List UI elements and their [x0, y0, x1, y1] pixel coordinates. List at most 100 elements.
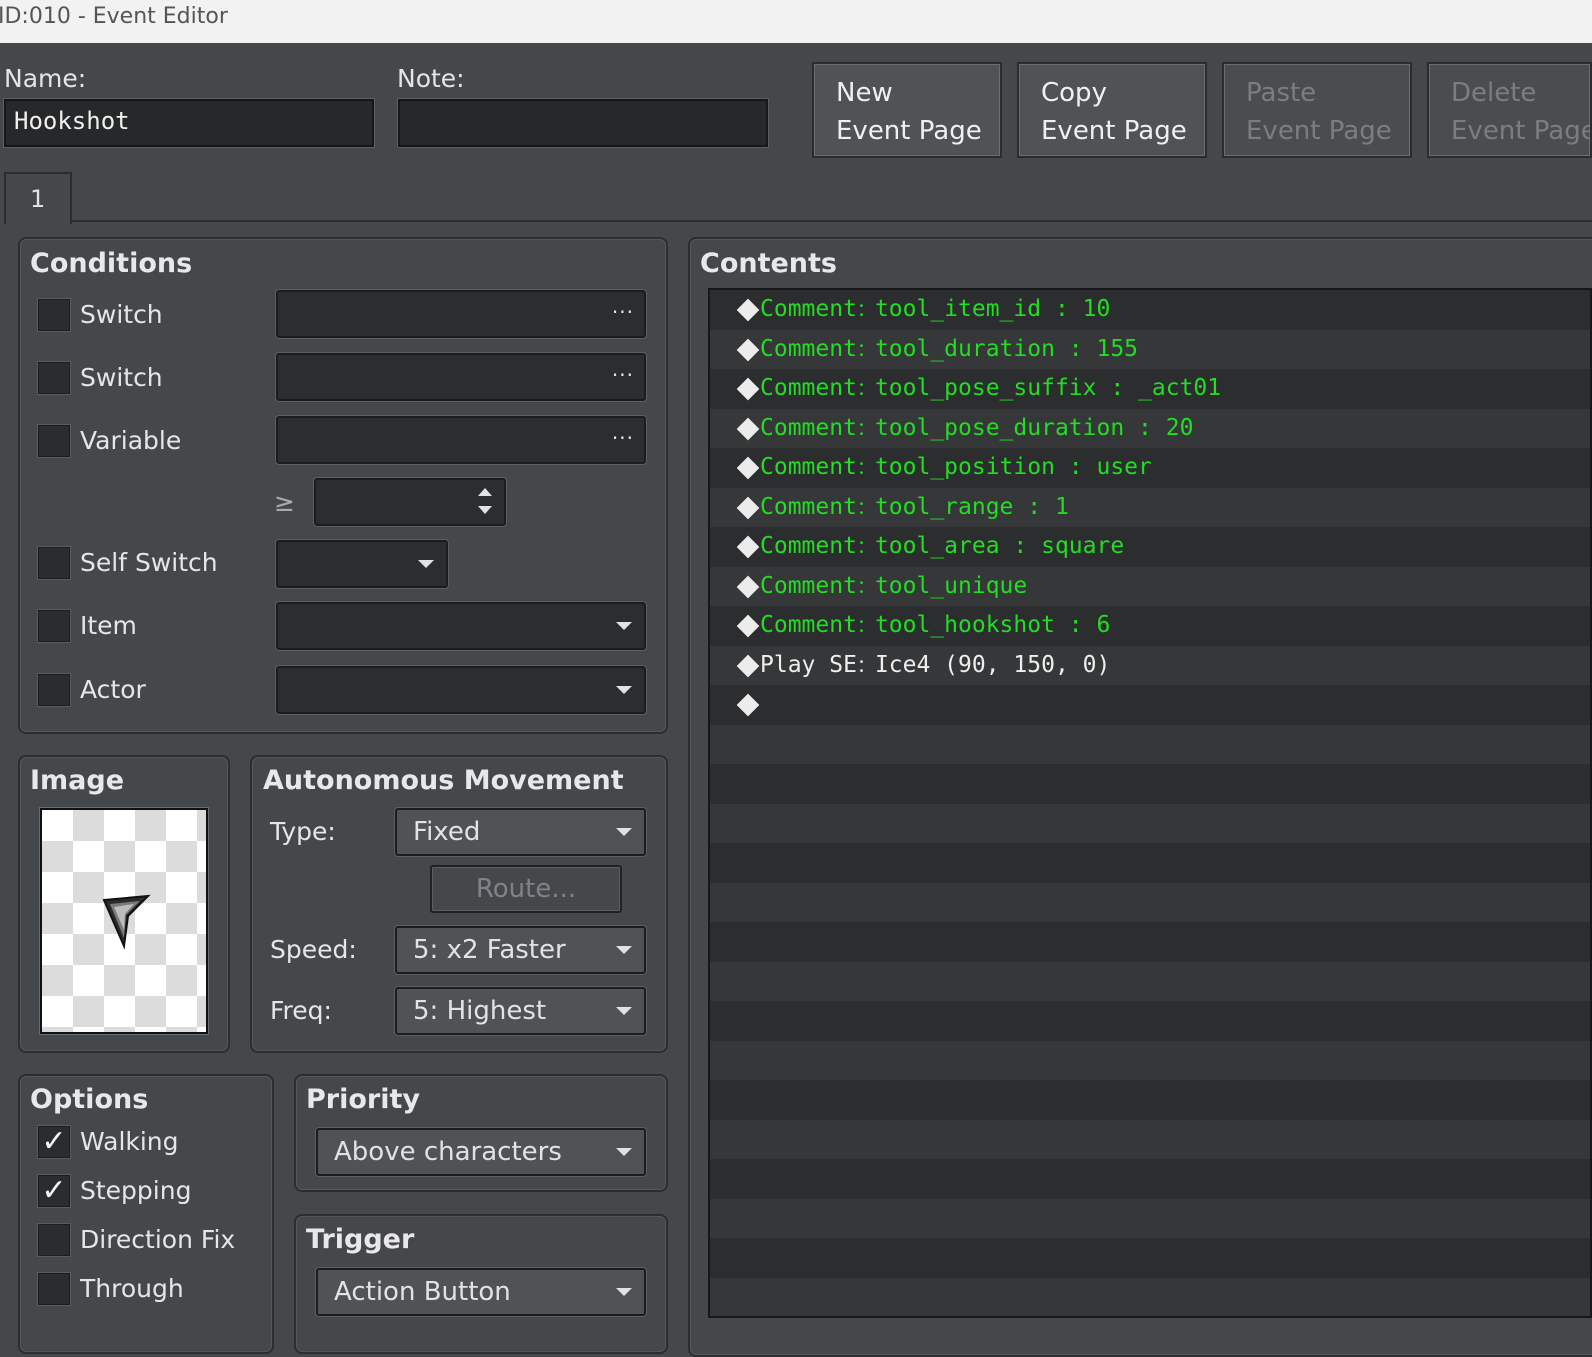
command-row-empty[interactable]: [710, 843, 1590, 883]
command-line: Comment：tool_pose_duration : 20: [760, 409, 1193, 450]
walking-checkbox[interactable]: ✓: [38, 1126, 70, 1158]
item-label: Item: [80, 611, 137, 640]
command-row[interactable]: Play SE：Ice4 (90, 150, 0): [710, 645, 1590, 685]
through-label: Through: [80, 1274, 184, 1303]
trigger-dropdown[interactable]: Action Button: [316, 1268, 646, 1316]
item-dropdown[interactable]: [276, 602, 646, 650]
movement-freq-dropdown[interactable]: 5: Highest: [395, 987, 646, 1035]
chevron-down-icon: [616, 686, 632, 694]
command-row[interactable]: Comment：tool_area : square: [710, 527, 1590, 567]
command-row[interactable]: Comment：tool_unique: [710, 566, 1590, 606]
variable-checkbox[interactable]: [38, 425, 70, 457]
command-row[interactable]: [710, 685, 1590, 725]
command-row[interactable]: Comment：tool_position : user: [710, 448, 1590, 488]
movement-type-dropdown[interactable]: Fixed: [395, 808, 646, 856]
actor-label: Actor: [80, 675, 146, 704]
through-checkbox[interactable]: [38, 1273, 70, 1305]
command-separator: ：: [856, 616, 875, 637]
command-line: Comment：tool_area : square: [760, 527, 1124, 568]
command-row[interactable]: Comment：tool_duration : 155: [710, 329, 1590, 369]
image-preview[interactable]: [40, 808, 208, 1034]
actor-checkbox[interactable]: [38, 674, 70, 706]
command-argument: tool_hookshot : 6: [874, 612, 1111, 638]
note-input[interactable]: [398, 99, 768, 147]
command-row[interactable]: Comment：tool_hookshot : 6: [710, 606, 1590, 646]
switch1-label: Switch: [80, 300, 163, 329]
title-bar: ID:010 - Event Editor: [0, 0, 1592, 43]
direction-fix-checkbox[interactable]: [38, 1224, 70, 1256]
spin-down-icon[interactable]: [478, 506, 492, 514]
variable-selector[interactable]: ···: [276, 416, 646, 464]
copy-event-page-button[interactable]: Copy Event Page: [1017, 62, 1207, 158]
diamond-bullet-icon: [736, 338, 760, 361]
actor-dropdown[interactable]: [276, 666, 646, 714]
diamond-bullet-icon: [736, 417, 760, 440]
chevron-down-icon: [616, 828, 632, 836]
command-row-empty[interactable]: [710, 1198, 1590, 1238]
delete-event-page-button[interactable]: Delete Event Page: [1427, 62, 1592, 158]
name-input[interactable]: Hookshot: [4, 99, 374, 147]
priority-value: Above characters: [334, 1137, 562, 1167]
switch2-checkbox[interactable]: [38, 362, 70, 394]
item-checkbox[interactable]: [38, 610, 70, 642]
command-row-empty[interactable]: [710, 1040, 1590, 1080]
command-row-empty[interactable]: [710, 764, 1590, 804]
variable-value-spinbox[interactable]: [314, 478, 506, 526]
chevron-down-icon: [616, 622, 632, 630]
command-row-empty[interactable]: [710, 1001, 1590, 1041]
window-title: ID:010 - Event Editor: [0, 4, 228, 29]
command-name: Comment: [760, 375, 857, 401]
command-row-empty[interactable]: [710, 882, 1590, 922]
command-line: Comment：tool_range : 1: [760, 488, 1069, 529]
chevron-down-icon: [616, 946, 632, 954]
switch2-label: Switch: [80, 363, 163, 392]
route-button[interactable]: Route...: [430, 865, 622, 913]
priority-dropdown[interactable]: Above characters: [316, 1128, 646, 1176]
delete-event-page-line2: Event Page: [1451, 116, 1592, 146]
command-row-empty[interactable]: [710, 1277, 1590, 1316]
command-row-empty[interactable]: [710, 1159, 1590, 1199]
spin-up-icon[interactable]: [478, 488, 492, 496]
new-event-page-button[interactable]: New Event Page: [812, 62, 1002, 158]
command-separator: ：: [856, 576, 875, 598]
command-row-empty[interactable]: [710, 1119, 1590, 1159]
command-argument: tool_pose_duration : 20: [874, 414, 1194, 441]
command-name: Comment: [760, 296, 857, 322]
self-switch-checkbox[interactable]: [38, 547, 70, 579]
diamond-bullet-icon: [736, 575, 760, 598]
command-row-empty[interactable]: [710, 1080, 1590, 1120]
command-row-empty[interactable]: [710, 803, 1590, 843]
command-row-empty[interactable]: [710, 1238, 1590, 1278]
event-command-list[interactable]: Comment：tool_item_id : 10 Comment：tool_du…: [708, 288, 1592, 1318]
movement-speed-value: 5: x2 Faster: [413, 935, 566, 965]
command-row[interactable]: Comment：tool_item_id : 10: [710, 290, 1590, 330]
tab-page-1[interactable]: 1: [4, 172, 72, 224]
command-row-empty[interactable]: [710, 961, 1590, 1001]
stepping-label: Stepping: [80, 1176, 192, 1205]
command-row[interactable]: Comment：tool_pose_duration : 20: [710, 408, 1590, 450]
autonomous-movement-title: Autonomous Movement: [263, 765, 624, 796]
command-line: Comment：tool_pose_suffix : _act01: [760, 369, 1221, 410]
stepping-checkbox[interactable]: ✓: [38, 1175, 70, 1207]
options-title: Options: [30, 1084, 149, 1115]
paste-event-page-button[interactable]: Paste Event Page: [1222, 62, 1412, 158]
image-title: Image: [30, 765, 125, 796]
command-name: Play SE: [760, 651, 857, 678]
paste-event-page-line2: Event Page: [1246, 116, 1392, 146]
self-switch-dropdown[interactable]: [276, 540, 448, 588]
switch1-checkbox[interactable]: [38, 299, 70, 331]
switch1-ellipsis: ···: [611, 300, 634, 324]
command-separator: ：: [856, 537, 875, 558]
command-row-empty[interactable]: [710, 724, 1590, 764]
chevron-down-icon: [616, 1288, 632, 1296]
diamond-bullet-icon: [736, 654, 760, 677]
movement-speed-dropdown[interactable]: 5: x2 Faster: [395, 926, 646, 974]
command-row[interactable]: Comment：tool_range : 1: [710, 487, 1590, 529]
conditions-title: Conditions: [30, 248, 193, 279]
switch2-selector[interactable]: ···: [276, 353, 646, 401]
command-row-empty[interactable]: [710, 922, 1590, 962]
command-row[interactable]: Comment：tool_pose_suffix : _act01: [710, 369, 1590, 409]
switch1-selector[interactable]: ···: [276, 290, 646, 338]
variable-label: Variable: [80, 426, 182, 455]
command-name: Comment: [760, 335, 857, 362]
